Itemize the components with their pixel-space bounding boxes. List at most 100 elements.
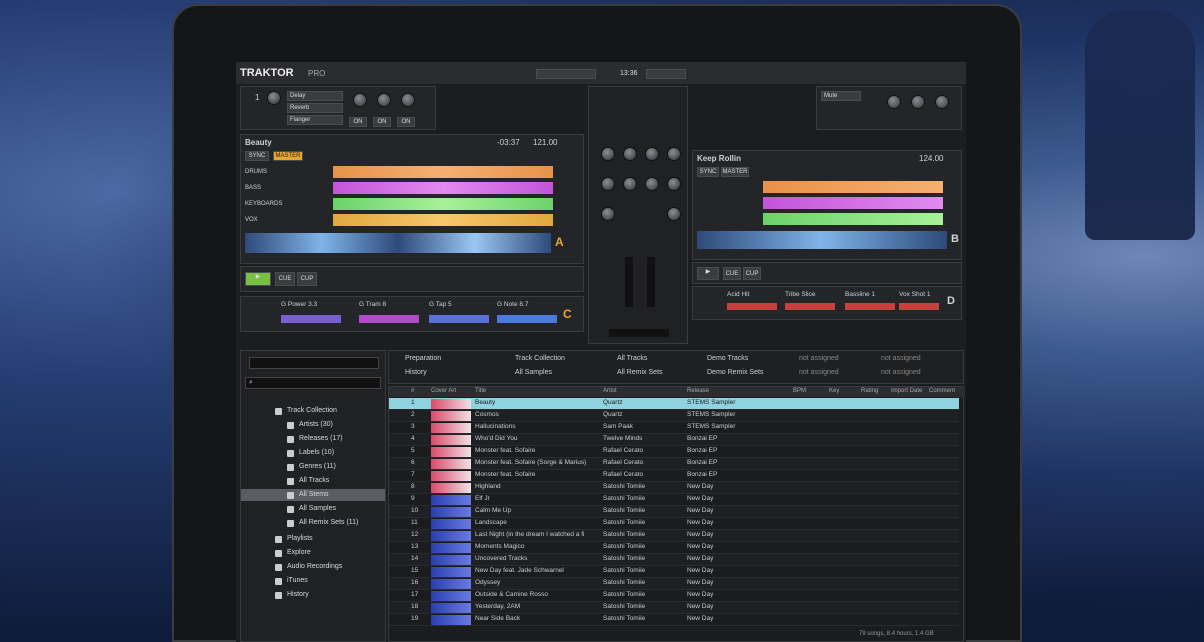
mixer-knob-a2[interactable] (623, 147, 637, 161)
mixer-knob-b1[interactable] (645, 147, 659, 161)
table-row[interactable]: 1 Beauty Quartz STEMS Sampler (389, 398, 959, 410)
table-row[interactable]: 11 Landscape Satoshi Tomiie New Day (389, 518, 959, 530)
table-row[interactable]: 19 Near Side Back Satoshi Tomiie New Day (389, 614, 959, 626)
col-bpm[interactable]: BPM (793, 388, 806, 394)
col-num[interactable]: # (411, 388, 414, 394)
deck-b-sync[interactable]: SYNC (697, 167, 719, 177)
tree-all-tracks[interactable]: All Tracks (286, 477, 329, 485)
table-row[interactable]: 9 Elf Jr Satoshi Tomiie New Day (389, 494, 959, 506)
table-row[interactable]: 16 Odyssey Satoshi Tomiie New Day (389, 578, 959, 590)
fx-knob-3[interactable] (401, 93, 415, 107)
deck-b-cup[interactable]: CUP (743, 267, 761, 280)
col-artist[interactable]: Artist (603, 388, 617, 394)
fx-right-knob-3[interactable] (935, 95, 949, 109)
header-controls[interactable] (536, 69, 596, 79)
deck-a-sync[interactable]: SYNC (245, 151, 269, 161)
col-rating[interactable]: Rating (861, 388, 878, 394)
fav-1[interactable]: Preparation (405, 355, 441, 362)
deck-b-overview[interactable] (697, 231, 947, 249)
mixer-knob-b4[interactable] (667, 177, 681, 191)
deck-c-cell-3[interactable]: G Tap 5 (429, 301, 452, 308)
channel-fader-b[interactable] (647, 257, 655, 307)
fx-right-knob-1[interactable] (887, 95, 901, 109)
fav-11[interactable]: not assigned (881, 355, 921, 362)
fav-7[interactable]: Demo Tracks (707, 355, 748, 362)
fx-select-1[interactable]: Delay (287, 91, 343, 101)
deck-c-cell-1[interactable]: G Power 3.3 (281, 301, 317, 308)
deck-d-cell-3[interactable]: Bassline 1 (845, 291, 875, 298)
fx-select-3[interactable]: Flanger (287, 115, 343, 125)
table-row[interactable]: 13 Moments Magico Satoshi Tomiie New Day (389, 542, 959, 554)
fx-on-3[interactable]: ON (397, 117, 415, 127)
tree-all-stems[interactable]: All Stems (287, 491, 329, 499)
tree-all-samples[interactable]: All Samples (287, 505, 336, 513)
tree-explore[interactable]: Explore (275, 549, 311, 557)
table-row[interactable]: 8 Highland Satoshi Tomiie New Day (389, 482, 959, 494)
deck-d-cell-1[interactable]: Acid Hit (727, 291, 749, 298)
table-row[interactable]: 10 Calm Me Up Satoshi Tomiie New Day (389, 506, 959, 518)
col-release[interactable]: Release (687, 388, 709, 394)
channel-fader-a[interactable] (625, 257, 633, 307)
fav-2[interactable]: History (405, 369, 427, 376)
fx-right-knob-2[interactable] (911, 95, 925, 109)
tree-history[interactable]: History (275, 591, 309, 599)
table-row[interactable]: 3 Hallucinations Sam Paak STEMS Sampler (389, 422, 959, 434)
table-row[interactable]: 2 Cosmos Quartz STEMS Sampler (389, 410, 959, 422)
fav-12[interactable]: not assigned (881, 369, 921, 376)
tree-itunes[interactable]: iTunes (275, 577, 308, 585)
table-row[interactable]: 15 New Day feat. Jade Schwarnel Satoshi To… (389, 566, 959, 578)
col-cover[interactable]: Cover Art (431, 388, 456, 394)
table-row[interactable]: 17 Outside & Camine Rosso Satoshi Tomiie Ne… (389, 590, 959, 602)
mixer-knob-a5[interactable] (601, 207, 615, 221)
fx-right-select[interactable]: Mute (821, 91, 861, 101)
fav-6[interactable]: All Remix Sets (617, 369, 663, 376)
deck-a-overview[interactable] (245, 233, 551, 253)
header-controls-right[interactable] (646, 69, 686, 79)
tree-artists[interactable]: Artists (30) (287, 421, 333, 429)
deck-a-master[interactable]: MASTER (273, 151, 303, 161)
col-title[interactable]: Title (475, 388, 486, 394)
fav-3[interactable]: Track Collection (515, 355, 565, 362)
preview-player[interactable] (249, 357, 379, 369)
table-row[interactable]: 12 Last Night (in the dream I watched a f… (389, 530, 959, 542)
tree-playlists[interactable]: Playlists (275, 535, 313, 543)
fx-dry-wet-knob[interactable] (267, 91, 281, 105)
fav-4[interactable]: All Samples (515, 369, 552, 376)
mixer-knob-a3[interactable] (601, 177, 615, 191)
mixer-knob-a1[interactable] (601, 147, 615, 161)
deck-b-master[interactable]: MASTER (721, 167, 749, 177)
deck-c-cell-4[interactable]: G Note 8.7 (497, 301, 528, 308)
mixer-knob-b2[interactable] (667, 147, 681, 161)
deck-a-play[interactable]: ▶ (245, 272, 271, 286)
deck-b-play[interactable]: ▶ (697, 267, 719, 280)
crossfader[interactable] (609, 329, 669, 337)
deck-a-cue[interactable]: CUE (275, 272, 295, 286)
col-import-date[interactable]: Import Date (891, 388, 922, 394)
fx-knob-2[interactable] (377, 93, 391, 107)
fav-9[interactable]: not assigned (799, 355, 839, 362)
tree-labels[interactable]: Labels (10) (286, 449, 334, 457)
col-comment[interactable]: Comment (929, 388, 955, 394)
mixer-knob-a4[interactable] (623, 177, 637, 191)
tree-all-remix-sets[interactable]: All Remix Sets (11) (286, 519, 358, 527)
fav-5[interactable]: All Tracks (617, 355, 647, 362)
table-row[interactable]: 14 Uncovered Tracks Satoshi Tomiie New Day (389, 554, 959, 566)
table-row[interactable]: 4 Who'd Did You Twelve Minds Bonzai EP (389, 434, 959, 446)
fx-on-2[interactable]: ON (373, 117, 391, 127)
mixer-knob-b3[interactable] (645, 177, 659, 191)
deck-d-cell-4[interactable]: Vox Shot 1 (899, 291, 930, 298)
deck-b-cue[interactable]: CUE (723, 267, 741, 280)
mixer-knob-b5[interactable] (667, 207, 681, 221)
fx-knob-1[interactable] (353, 93, 367, 107)
fav-10[interactable]: not assigned (799, 369, 839, 376)
col-key[interactable]: Key (829, 388, 839, 394)
table-row[interactable]: 18 Yesterday, 2AM Satoshi Tomiie New Day (389, 602, 959, 614)
table-row[interactable]: 6 Monster feat. Sofaire (Sorge & Marius) R… (389, 458, 959, 470)
tree-audio-recordings[interactable]: Audio Recordings (274, 563, 342, 571)
table-row[interactable]: 5 Monster feat. Sofaire Rafael Cerato Bonza… (389, 446, 959, 458)
fx-select-2[interactable]: Reverb (287, 103, 343, 113)
fav-8[interactable]: Demo Remix Sets (707, 369, 763, 376)
table-row[interactable]: 7 Monster feat. Sofaire Rafael Cerato Bonza… (389, 470, 959, 482)
deck-a-cup[interactable]: CUP (297, 272, 317, 286)
fx-on-1[interactable]: ON (349, 117, 367, 127)
